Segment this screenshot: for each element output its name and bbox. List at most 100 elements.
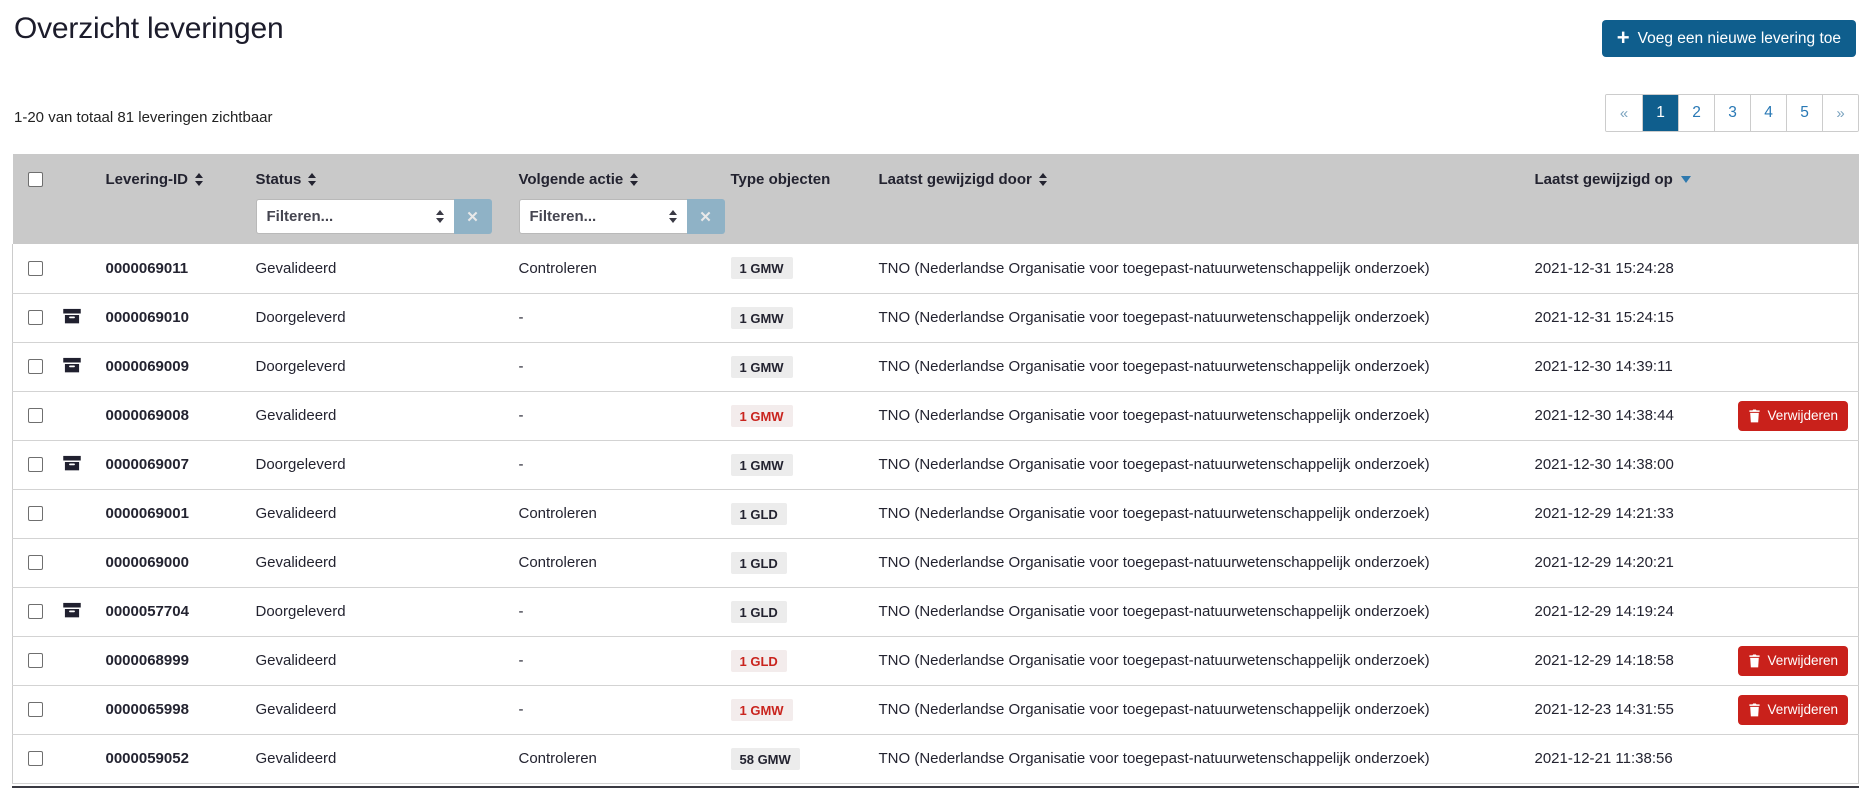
status-cell: Doorgeleverd [255,440,518,489]
pagination-page-1[interactable]: 1 [1642,95,1678,131]
next-action-cell: - [518,342,730,391]
delete-button[interactable]: Verwijderen [1738,401,1848,431]
pagination-page-2[interactable]: 2 [1678,95,1714,131]
next-action-cell: Controleren [518,489,730,538]
column-header-laatst-gewijzigd-door[interactable]: Laatst gewijzigd door [879,171,1047,188]
trash-icon [1748,654,1761,668]
row-checkbox[interactable] [28,408,43,423]
pagination-page-3[interactable]: 3 [1714,95,1750,131]
delete-button-label: Verwijderen [1767,408,1838,423]
next-action-cell: Controleren [518,538,730,587]
next-action-filter-clear-button[interactable]: ✕ [687,199,725,234]
add-delivery-button[interactable]: + Voeg een nieuwe levering toe [1602,20,1856,57]
modified-by-cell: TNO (Nederlandse Organisatie voor toegep… [878,244,1534,293]
modified-by-cell: TNO (Nederlandse Organisatie voor toegep… [878,342,1534,391]
table-row[interactable]: 0000069007 Doorgeleverd - 1 GMW TNO (Ned… [13,440,1859,489]
type-badge: 1 GMW [731,454,793,476]
delete-button-label: Verwijderen [1767,702,1838,717]
column-header-levering-id[interactable]: Levering-ID [106,171,204,188]
table-row[interactable]: 0000069001 Gevalideerd Controleren 1 GLD… [13,489,1859,538]
pagination-page-5[interactable]: 5 [1786,95,1822,131]
levering-id: 0000069009 [105,342,255,391]
sort-desc-icon [1681,176,1691,183]
delete-button[interactable]: Verwijderen [1738,695,1848,725]
table-row[interactable]: 0000065998 Gevalideerd - 1 GMW TNO (Nede… [13,685,1859,734]
levering-id: 0000065998 [105,685,255,734]
table-row[interactable]: 0000069008 Gevalideerd - 1 GMW TNO (Nede… [13,391,1859,440]
trash-icon [1748,703,1761,717]
modified-by-cell: TNO (Nederlandse Organisatie voor toegep… [878,587,1534,636]
row-checkbox[interactable] [28,604,43,619]
modified-by-cell: TNO (Nederlandse Organisatie voor toegep… [878,391,1534,440]
row-checkbox[interactable] [28,261,43,276]
modified-by-cell: TNO (Nederlandse Organisatie voor toegep… [878,440,1534,489]
table-row[interactable]: 0000059052 Gevalideerd Controleren 58 GM… [13,734,1859,783]
results-summary: 1-20 van totaal 81 leveringen zichtbaar [14,109,273,126]
column-header-type-objecten: Type objecten [731,171,831,188]
next-action-cell: Controleren [518,244,730,293]
modified-at-cell: 2021-12-29 14:20:21 [1534,538,1719,587]
next-action-cell: - [518,391,730,440]
table-body: 0000069011 Gevalideerd Controleren 1 GMW… [13,244,1859,783]
row-checkbox[interactable] [28,702,43,717]
row-checkbox[interactable] [28,653,43,668]
archive-box-icon [62,355,82,375]
topbar: Overzicht leveringen + Voeg een nieuwe l… [12,0,1859,60]
row-checkbox[interactable] [28,506,43,521]
levering-id: 0000069010 [105,293,255,342]
type-badge: 1 GMW [731,699,793,721]
modified-by-cell: TNO (Nederlandse Organisatie voor toegep… [878,685,1534,734]
next-action-cell: - [518,440,730,489]
modified-at-cell: 2021-12-30 14:38:00 [1534,440,1719,489]
status-cell: Gevalideerd [255,489,518,538]
column-header-status[interactable]: Status [256,171,317,188]
type-badge: 1 GLD [731,601,787,623]
archive-box-icon [62,306,82,326]
status-filter: Filteren... ✕ [256,199,492,234]
row-checkbox[interactable] [28,457,43,472]
delete-button[interactable]: Verwijderen [1738,646,1848,676]
next-action-cell: - [518,636,730,685]
delete-button-label: Verwijderen [1767,653,1838,668]
column-header-laatst-gewijzigd-op[interactable]: Laatst gewijzigd op [1535,171,1691,188]
status-cell: Gevalideerd [255,538,518,587]
type-badge: 1 GLD [731,503,787,525]
status-cell: Gevalideerd [255,244,518,293]
sort-icon [1039,173,1047,186]
pagination-page-4[interactable]: 4 [1750,95,1786,131]
modified-at-cell: 2021-12-30 14:39:11 [1534,342,1719,391]
next-action-filter-select[interactable]: Filteren... [519,199,687,234]
levering-id: 0000069007 [105,440,255,489]
status-filter-clear-button[interactable]: ✕ [454,199,492,234]
select-all-checkbox[interactable] [28,172,43,187]
trash-icon [1748,409,1761,423]
levering-id: 0000057704 [105,587,255,636]
table-row[interactable]: 0000057704 Doorgeleverd - 1 GLD TNO (Ned… [13,587,1859,636]
levering-id: 0000069011 [105,244,255,293]
table-row[interactable]: 0000069011 Gevalideerd Controleren 1 GMW… [13,244,1859,293]
row-checkbox[interactable] [28,751,43,766]
table-row[interactable]: 0000069010 Doorgeleverd - 1 GMW TNO (Ned… [13,293,1859,342]
row-checkbox[interactable] [28,310,43,325]
levering-id: 0000059052 [105,734,255,783]
table-row[interactable]: 0000069000 Gevalideerd Controleren 1 GLD… [13,538,1859,587]
next-action-cell: - [518,685,730,734]
row-checkbox[interactable] [28,555,43,570]
pagination-next[interactable]: » [1822,95,1858,131]
modified-at-cell: 2021-12-29 14:18:58 [1534,636,1719,685]
table-row[interactable]: 0000069009 Doorgeleverd - 1 GMW TNO (Ned… [13,342,1859,391]
type-badge: 1 GMW [731,257,793,279]
modified-by-cell: TNO (Nederlandse Organisatie voor toegep… [878,489,1534,538]
select-arrows-icon [436,210,444,223]
clear-icon: ✕ [466,208,479,226]
column-header-volgende-actie[interactable]: Volgende actie [519,171,639,188]
status-cell: Gevalideerd [255,685,518,734]
type-badge: 1 GMW [731,307,793,329]
status-cell: Doorgeleverd [255,342,518,391]
plus-icon: + [1617,27,1630,49]
row-checkbox[interactable] [28,359,43,374]
pagination-prev[interactable]: « [1606,95,1642,131]
status-filter-select[interactable]: Filteren... [256,199,454,234]
modified-at-cell: 2021-12-29 14:21:33 [1534,489,1719,538]
table-row[interactable]: 0000068999 Gevalideerd - 1 GLD TNO (Nede… [13,636,1859,685]
